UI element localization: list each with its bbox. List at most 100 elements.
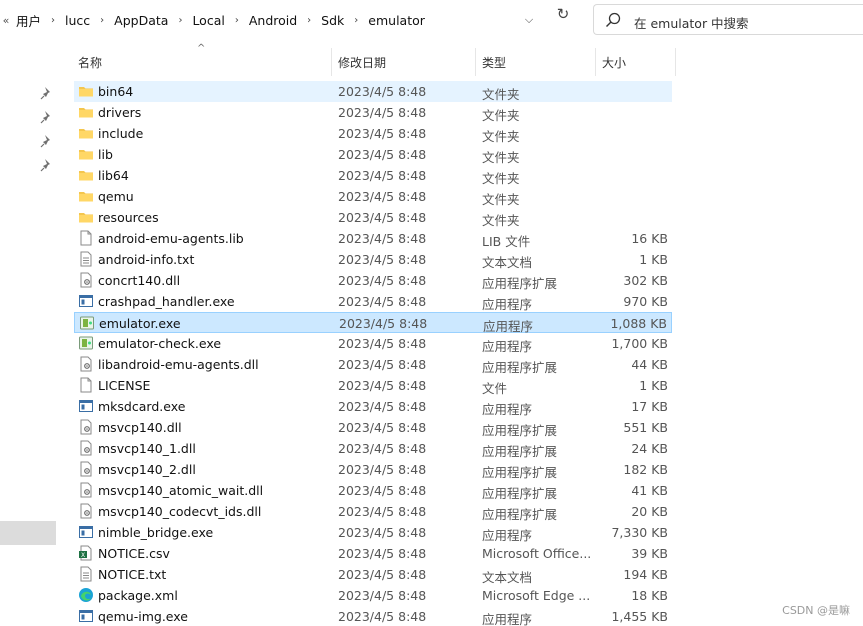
file-row[interactable]: msvcp140_atomic_wait.dll 2023/4/5 8:48 应用程… [74,480,672,501]
file-name: android-emu-agents.lib [98,231,244,246]
file-date: 2023/4/5 8:48 [338,378,427,393]
column-header-date[interactable]: 修改日期 [338,54,386,71]
folder-icon [79,192,93,202]
file-row[interactable]: msvcp140.dll 2023/4/5 8:48 应用程序扩展 551 KB [74,417,672,438]
breadcrumb-item[interactable]: Local [188,13,228,28]
file-size: 41 KB [631,483,668,498]
file-name: NOTICE.txt [98,567,167,582]
chevron-right-icon[interactable]: › [172,15,188,26]
file-row[interactable]: qemu 2023/4/5 8:48 文件夹 [74,186,672,207]
column-header-row: ^ 名称 修改日期 类型 大小 [60,40,863,80]
file-row[interactable]: X NOTICE.csv 2023/4/5 8:48 Microsoft Office… [74,543,672,564]
address-bar: « 用户 › lucc › AppData › Local › Android › Sdk › emul… [0,0,863,40]
file-row[interactable]: crashpad_handler.exe 2023/4/5 8:48 应用程序 970… [74,291,672,312]
file-type: 应用程序扩展 [482,465,558,480]
file-icon [80,377,92,393]
file-size: 194 KB [623,567,668,582]
file-type: Microsoft Office... [482,546,592,561]
file-type: 文件夹 [482,213,520,228]
file-type: 文件夹 [482,129,520,144]
file-name: msvcp140_codecvt_ids.dll [98,504,262,519]
file-row[interactable]: emulator-check.exe 2023/4/5 8:48 应用程序 1,700… [74,333,672,354]
breadcrumb-item[interactable]: Android [245,13,301,28]
file-type: 文件夹 [482,108,520,123]
file-date: 2023/4/5 8:48 [338,483,427,498]
breadcrumb-item[interactable]: AppData [110,13,172,28]
refresh-icon[interactable]: ↻ [554,5,572,23]
file-date: 2023/4/5 8:48 [338,126,427,141]
file-date: 2023/4/5 8:48 [338,546,427,561]
chevron-right-icon[interactable]: › [94,15,110,26]
search-box[interactable]: 在 emulator 中搜索 [593,4,863,35]
breadcrumb-item[interactable]: emulator [364,13,429,28]
breadcrumb-item[interactable]: 用户 [12,11,45,30]
file-row[interactable]: emulator.exe 2023/4/5 8:48 应用程序 1,088 KB [74,312,672,334]
file-date: 2023/4/5 8:48 [338,504,427,519]
file-size: 302 KB [623,273,668,288]
file-row[interactable]: LICENSE 2023/4/5 8:48 文件 1 KB [74,375,672,396]
folder-icon [79,213,93,223]
file-row[interactable]: resources 2023/4/5 8:48 文件夹 [74,207,672,228]
csv-icon: X [79,545,92,561]
file-row[interactable]: msvcp140_codecvt_ids.dll 2023/4/5 8:48 应用程… [74,501,672,522]
file-type: 应用程序 [482,339,533,354]
file-row[interactable]: lib 2023/4/5 8:48 文件夹 [74,144,672,165]
dll-icon [80,419,92,435]
address-dropdown-icon[interactable]: ⌵ [521,13,537,27]
file-type: 文件夹 [482,171,520,186]
file-size: 7,330 KB [611,525,668,540]
file-row[interactable]: bin64 2023/4/5 8:48 文件夹 [74,81,672,102]
file-row[interactable]: lib64 2023/4/5 8:48 文件夹 [74,165,672,186]
file-row[interactable]: concrt140.dll 2023/4/5 8:48 应用程序扩展 302 KB [74,270,672,291]
file-row[interactable]: drivers 2023/4/5 8:48 文件夹 [74,102,672,123]
file-row[interactable]: msvcp140_2.dll 2023/4/5 8:48 应用程序扩展 182 KB [74,459,672,480]
chevron-right-icon[interactable]: › [348,15,364,26]
file-size: 1 KB [639,378,668,393]
search-input[interactable]: 在 emulator 中搜索 [634,13,749,32]
nav-selected-item[interactable] [0,521,56,545]
search-icon [606,12,621,27]
file-type: 应用程序扩展 [482,486,558,501]
breadcrumb-item[interactable]: lucc [61,13,94,28]
file-size: 1,088 KB [610,316,667,331]
column-divider[interactable] [675,48,676,76]
file-row[interactable]: include 2023/4/5 8:48 文件夹 [74,123,672,144]
file-date: 2023/4/5 8:48 [338,168,427,183]
column-divider[interactable] [595,48,596,76]
folder-icon [79,150,93,160]
file-date: 2023/4/5 8:48 [338,105,427,120]
file-name: msvcp140.dll [98,420,182,435]
file-type: 应用程序 [482,402,533,417]
file-row[interactable]: nimble_bridge.exe 2023/4/5 8:48 应用程序 7,330 … [74,522,672,543]
file-row[interactable]: qemu-img.exe 2023/4/5 8:48 应用程序 1,455 KB [74,606,672,626]
breadcrumb-item[interactable]: Sdk [317,13,348,28]
file-date: 2023/4/5 8:48 [338,210,427,225]
double-chevron-left-icon[interactable]: « [0,14,12,27]
file-row[interactable]: msvcp140_1.dll 2023/4/5 8:48 应用程序扩展 24 KB [74,438,672,459]
column-divider[interactable] [331,48,332,76]
file-type: 文本文档 [482,570,533,585]
file-date: 2023/4/5 8:48 [339,316,428,331]
column-header-size[interactable]: 大小 [602,54,626,71]
file-row[interactable]: android-emu-agents.lib 2023/4/5 8:48 LIB 文… [74,228,672,249]
file-type: 应用程序扩展 [482,507,558,522]
breadcrumb[interactable]: « 用户 › lucc › AppData › Local › Android › Sdk › emul… [0,5,582,35]
pin-icon [40,87,50,100]
file-row[interactable]: libandroid-emu-agents.dll 2023/4/5 8:48 应用… [74,354,672,375]
column-divider[interactable] [475,48,476,76]
file-row[interactable]: NOTICE.txt 2023/4/5 8:48 文本文档 194 KB [74,564,672,585]
chevron-right-icon[interactable]: › [301,15,317,26]
file-row[interactable]: android-info.txt 2023/4/5 8:48 文本文档 1 KB [74,249,672,270]
file-type: 文件夹 [482,192,520,207]
android-exe-icon [80,316,94,330]
chevron-right-icon[interactable]: › [45,15,61,26]
column-header-name[interactable]: 名称 [78,54,102,71]
file-row[interactable]: package.xml 2023/4/5 8:48 Microsoft Edge .… [74,585,672,606]
file-size: 1 KB [639,252,668,267]
file-type: 应用程序扩展 [482,360,558,375]
file-name: msvcp140_1.dll [98,441,196,456]
file-name: concrt140.dll [98,273,181,288]
file-row[interactable]: mksdcard.exe 2023/4/5 8:48 应用程序 17 KB [74,396,672,417]
column-header-type[interactable]: 类型 [482,54,506,71]
chevron-right-icon[interactable]: › [229,15,245,26]
